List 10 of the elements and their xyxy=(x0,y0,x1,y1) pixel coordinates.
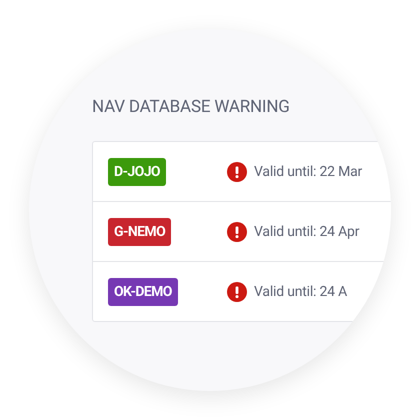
section-title: NAV DATABASE WARNING xyxy=(92,97,290,117)
warning-icon xyxy=(227,282,247,302)
registration-tag: G-NEMO xyxy=(108,218,172,246)
valid-until-text: Valid until: 24 Apr xyxy=(254,224,360,240)
warning-icon xyxy=(227,222,247,242)
warning-icon xyxy=(227,162,247,182)
registration-tag: D-JOJO xyxy=(108,158,166,186)
registration-tag: OK-DEMO xyxy=(108,278,178,306)
valid-until-text: Valid until: 24 A xyxy=(254,284,348,300)
valid-until-text: Valid until: 22 Mar xyxy=(254,164,362,180)
